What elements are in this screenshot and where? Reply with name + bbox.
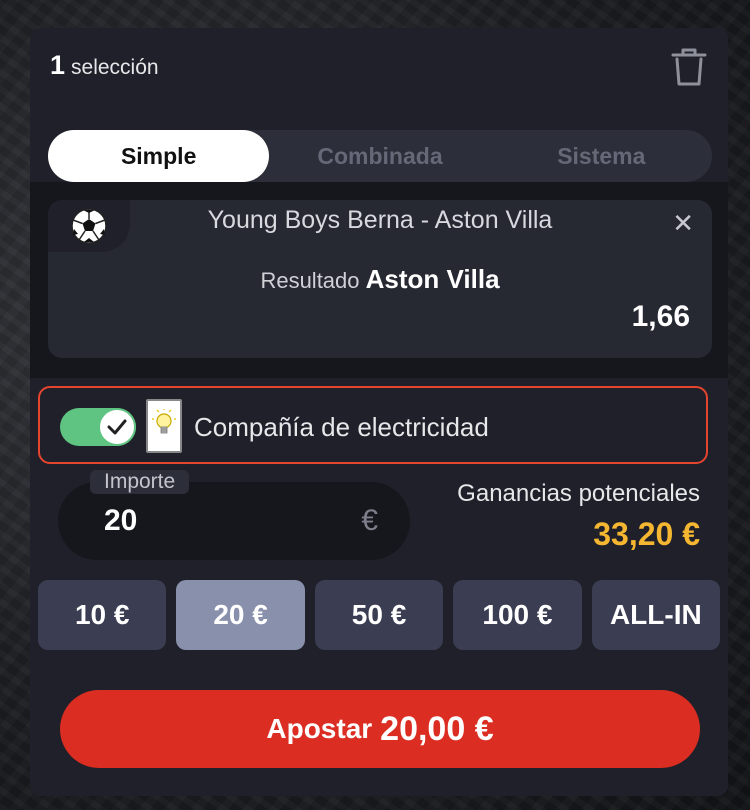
selection-result: Resultado Aston Villa (48, 264, 712, 295)
boost-row: Compañía de electricidad (38, 386, 708, 464)
quick-amount-all-in[interactable]: ALL-IN (591, 580, 721, 650)
gains-label: Ganancias potenciales (457, 480, 700, 507)
quick-amounts: 10 € 20 € 50 € 100 € ALL-IN (38, 580, 721, 650)
stake-value[interactable]: 20 (104, 504, 137, 538)
bet-button-label: Apostar (266, 713, 373, 744)
odds-value: 1,66 (631, 300, 690, 333)
market-label: Resultado (260, 268, 360, 293)
stake-label: Importe (90, 470, 190, 494)
trash-icon[interactable] (670, 46, 708, 88)
bet-type-tabs: Simple Combinada Sistema (48, 130, 712, 182)
pick-label: Aston Villa (365, 264, 500, 294)
stake-input[interactable]: Importe 20 € (58, 470, 410, 560)
selection-header: 1 selección (50, 50, 159, 81)
selection-label: selección (71, 56, 159, 79)
boost-toggle[interactable] (60, 408, 136, 446)
quick-amount-50[interactable]: 50 € (314, 580, 444, 650)
bet-button-amount: 20,00 € (380, 709, 494, 748)
tab-combinada[interactable]: Combinada (269, 130, 490, 182)
gains-value: 33,20 € (593, 516, 700, 552)
match-name: Young Boys Berna - Aston Villa (207, 206, 553, 234)
quick-amount-100[interactable]: 100 € (453, 580, 582, 650)
tab-sistema[interactable]: Sistema (491, 130, 712, 182)
quick-amount-10[interactable]: 10 € (38, 580, 167, 650)
tab-simple[interactable]: Simple (48, 130, 270, 182)
close-icon[interactable]: ✕ (672, 208, 694, 239)
selection-count: 1 (50, 50, 66, 80)
quick-amount-20[interactable]: 20 € (176, 580, 305, 650)
currency-symbol: € (361, 504, 378, 537)
boost-label: Compañía de electricidad (194, 412, 489, 442)
place-bet-button[interactable]: Apostar 20,00 € (60, 690, 700, 768)
betslip-panel: 1 selección Simple Combinada Sistema You… (30, 28, 728, 796)
lightbulb-card-icon (146, 399, 182, 453)
check-icon (98, 408, 136, 446)
selections-area: Young Boys Berna - Aston Villa ✕ Resulta… (30, 182, 728, 378)
selection-card: Young Boys Berna - Aston Villa ✕ Resulta… (48, 200, 712, 358)
